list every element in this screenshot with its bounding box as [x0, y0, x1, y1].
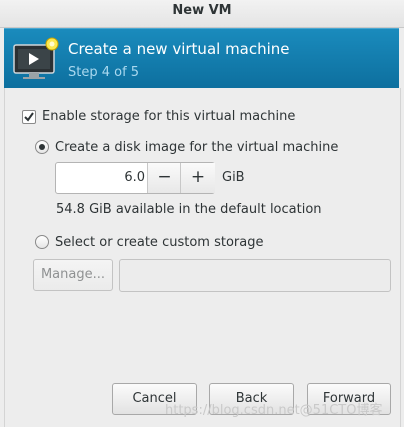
radio-selected-dot	[39, 144, 45, 150]
custom-storage-path-input[interactable]	[119, 259, 391, 292]
disk-size-input[interactable]: 6.0	[57, 164, 145, 192]
disk-image-radio[interactable]	[35, 140, 49, 154]
enable-storage-label[interactable]: Enable storage for this virtual machine	[42, 109, 295, 125]
decrement-button[interactable]: −	[147, 163, 181, 193]
window-titlebar: New VM	[0, 0, 404, 28]
manage-button[interactable]: Manage...	[33, 259, 113, 291]
size-unit-label: GiB	[222, 170, 245, 185]
custom-storage-label[interactable]: Select or create custom storage	[55, 235, 263, 251]
window-title: New VM	[172, 3, 232, 18]
enable-storage-checkbox[interactable]	[22, 110, 36, 124]
watermark-text: https://blog.csdn.net@51CTO博客	[165, 403, 383, 418]
disk-size-spinbutton[interactable]: 6.0 − +	[55, 162, 215, 194]
banner-step: Step 4 of 5	[68, 65, 140, 80]
disk-image-label[interactable]: Create a disk image for the virtual mach…	[55, 140, 338, 156]
increment-button[interactable]: +	[180, 163, 215, 193]
available-space-text: 54.8 GiB available in the default locati…	[56, 202, 322, 217]
wizard-banner: Create a new virtual machine Step 4 of 5	[4, 28, 399, 89]
banner-title: Create a new virtual machine	[68, 40, 290, 58]
checkmark-icon	[24, 112, 34, 122]
wizard-content	[4, 88, 401, 427]
new-vm-monitor-icon	[12, 35, 60, 81]
custom-storage-radio[interactable]	[35, 235, 49, 249]
